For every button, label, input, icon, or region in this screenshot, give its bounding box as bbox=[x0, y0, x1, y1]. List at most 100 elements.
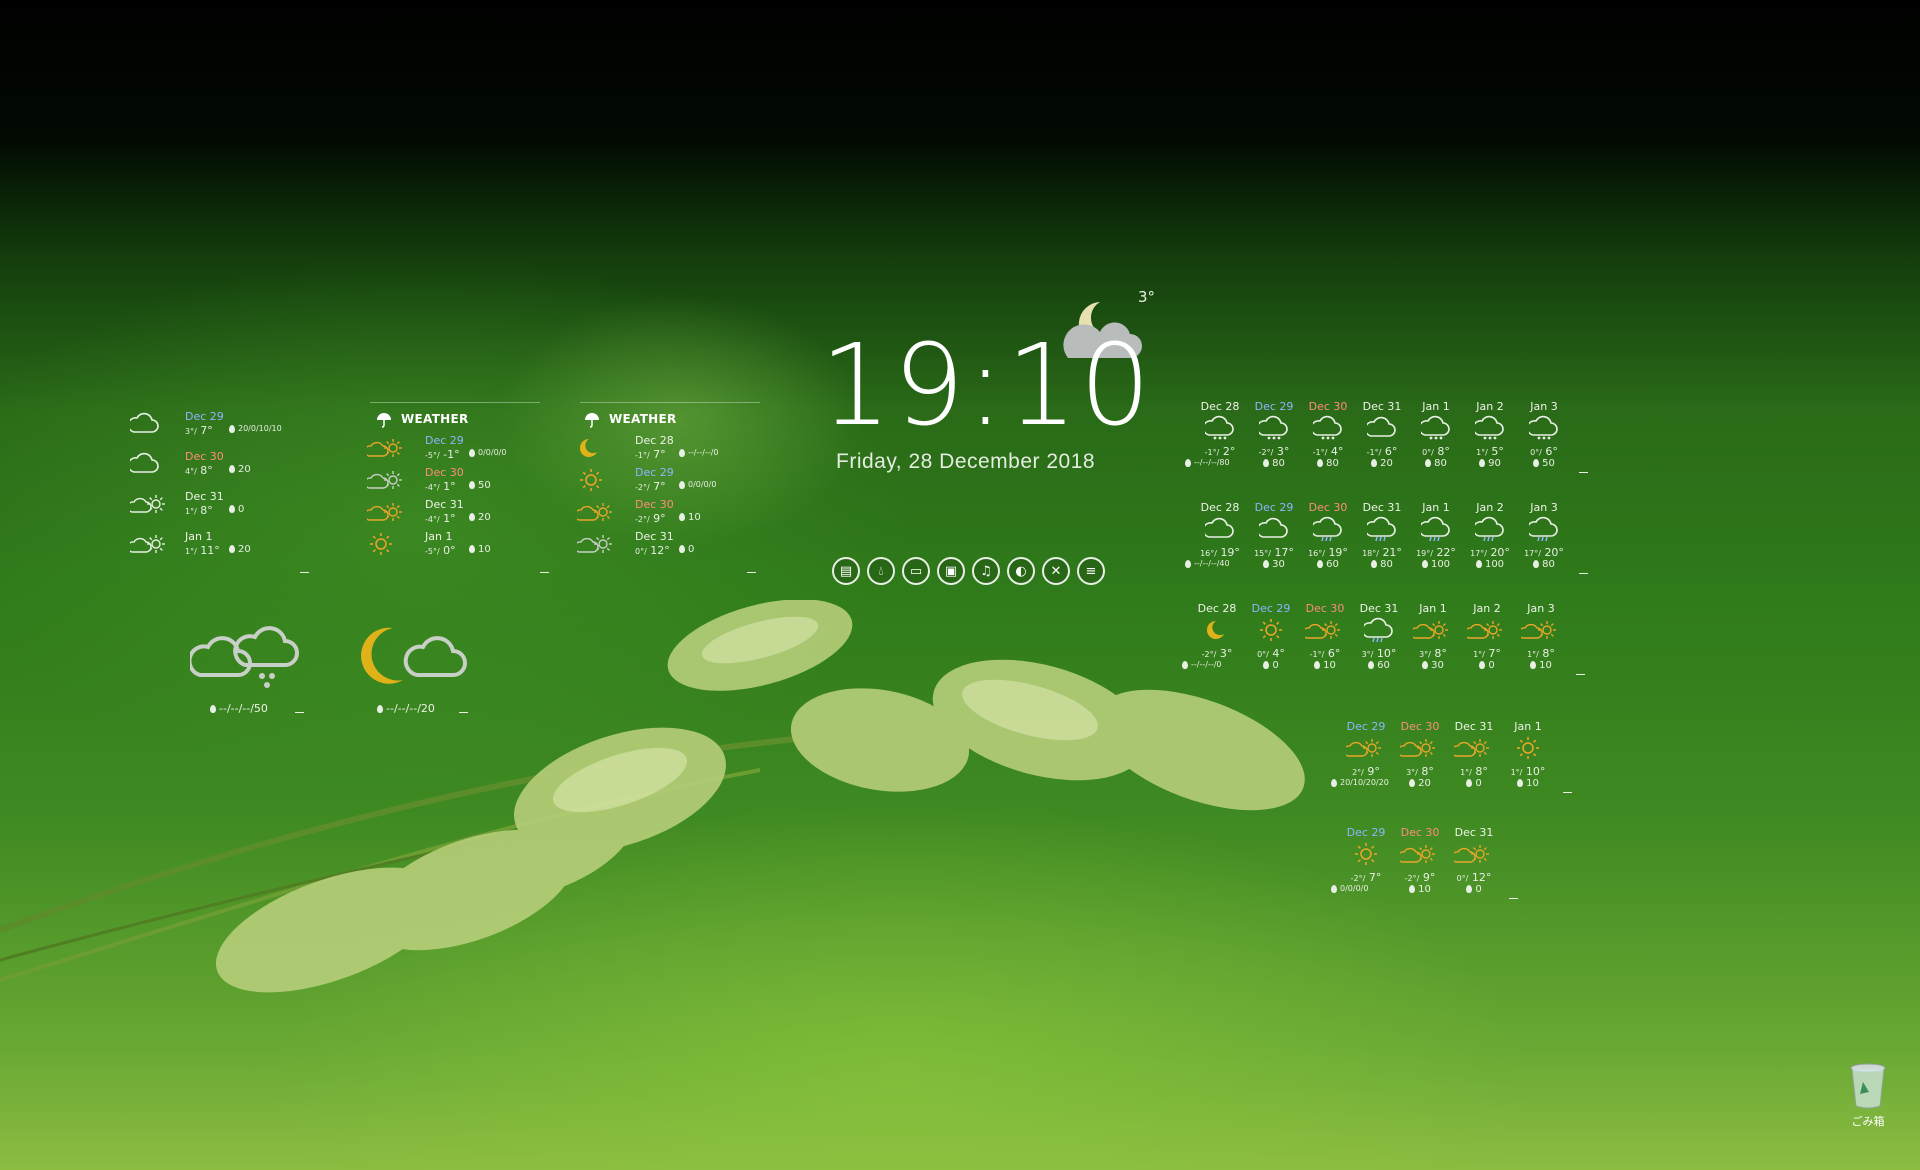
row-precip: 0 bbox=[688, 544, 695, 555]
tools-icon[interactable]: ✕ bbox=[1042, 557, 1070, 585]
day-precip: 10 bbox=[1526, 778, 1539, 789]
day-date: Jan 3 bbox=[1527, 602, 1555, 615]
day-high: 19° bbox=[1220, 546, 1240, 559]
water-drop-icon[interactable]: 💧︎ bbox=[867, 557, 895, 585]
forecast-day: Dec 30 3°/ 8° 20 bbox=[1393, 720, 1447, 789]
sun-icon bbox=[1244, 615, 1298, 645]
forecast-day: Jan 2 1°/ 5° 90 bbox=[1463, 400, 1517, 469]
day-high: 8° bbox=[1421, 765, 1434, 778]
day-date: Dec 29 bbox=[1346, 720, 1386, 733]
day-date: Dec 29 bbox=[1254, 501, 1294, 514]
day-high: 2° bbox=[1222, 445, 1236, 458]
forecast-day: Jan 3 17°/ 20° 80 bbox=[1517, 501, 1571, 570]
cloud-sun-icon bbox=[127, 532, 170, 560]
music-icon[interactable]: ♫ bbox=[972, 557, 1000, 585]
day-high: 5° bbox=[1491, 445, 1504, 458]
row-precip: --/--/--/0 bbox=[688, 448, 719, 457]
forecast-day: Dec 29 15°/ 17° 30 bbox=[1247, 501, 1301, 570]
cloud-sun-icon bbox=[1406, 615, 1460, 645]
moon-icon bbox=[577, 436, 603, 464]
row-low: -2°/ bbox=[635, 515, 650, 524]
browser-icon[interactable]: ◐ bbox=[1007, 557, 1035, 585]
day-low: -2°/ bbox=[1258, 448, 1274, 457]
row-low: -5°/ bbox=[425, 547, 440, 556]
cloud-sun-icon bbox=[1339, 733, 1393, 763]
forecast-row: Dec 30 4°/ 8° 20 bbox=[127, 450, 300, 480]
day-precip: 0 bbox=[1475, 778, 1482, 789]
panel-c-header: WEATHER bbox=[609, 412, 677, 426]
umbrella-icon bbox=[377, 413, 391, 428]
minimize-dash[interactable] bbox=[300, 572, 309, 573]
day-precip: 80 bbox=[1434, 458, 1447, 469]
cloud-sun-icon bbox=[364, 500, 407, 528]
day-low: -2°/ bbox=[1404, 874, 1420, 883]
current-temperature: 3° bbox=[1138, 288, 1156, 306]
drive-icon[interactable]: ▤ bbox=[832, 557, 860, 585]
big-weather-widget-2: --/--/--/20 bbox=[355, 620, 475, 720]
forecast-row: Dec 29 3°/ 7° 20/0/10/10 bbox=[127, 410, 300, 440]
forecast-day: Dec 30 -1°/ 6° 10 bbox=[1298, 602, 1352, 671]
minimize-dash[interactable] bbox=[747, 572, 756, 573]
day-high: 8° bbox=[1542, 647, 1555, 660]
day-date: Dec 30 bbox=[1400, 826, 1440, 839]
day-precip: 30 bbox=[1272, 559, 1285, 570]
forecast-day: Jan 3 0°/ 6° 50 bbox=[1517, 400, 1571, 469]
day-high: 9° bbox=[1367, 765, 1380, 778]
minimize-dash[interactable] bbox=[540, 572, 549, 573]
day-precip: 0 bbox=[1488, 660, 1495, 671]
day-low: 1°/ bbox=[1473, 650, 1485, 659]
row-date: Dec 30 bbox=[185, 450, 224, 463]
row-high: 7° bbox=[200, 424, 213, 437]
document-icon[interactable]: ≡ bbox=[1077, 557, 1105, 585]
day-precip: 10 bbox=[1418, 884, 1431, 895]
day-high: 10° bbox=[1525, 765, 1546, 778]
day-high: 20° bbox=[1544, 546, 1564, 559]
day-high: 3° bbox=[1276, 445, 1290, 458]
forecast-day: Jan 1 3°/ 8° 30 bbox=[1406, 602, 1460, 671]
forecast-row: Jan 1 1°/ 11° 20 bbox=[127, 530, 300, 560]
row-precip: 10 bbox=[478, 544, 491, 555]
day-precip: 0 bbox=[1475, 884, 1482, 895]
row-precip: 10 bbox=[688, 512, 701, 523]
minimize-dash[interactable] bbox=[1579, 472, 1588, 473]
day-date: Dec 28 bbox=[1197, 602, 1237, 615]
clock-date: Friday, 28 December 2018 bbox=[836, 450, 1096, 473]
row-high: 12° bbox=[650, 544, 670, 557]
forecast-row: Dec 31 0°/ 12° 0 bbox=[574, 530, 747, 560]
cloud-sun-icon bbox=[127, 492, 170, 520]
forecast-day: Jan 3 1°/ 8° 10 bbox=[1514, 602, 1568, 671]
minimize-dash[interactable] bbox=[1579, 573, 1588, 574]
minimize-dash[interactable] bbox=[1576, 674, 1585, 675]
trash-bin[interactable]: ごみ箱 bbox=[1838, 1062, 1898, 1129]
day-low: 17°/ bbox=[1470, 549, 1487, 558]
day-date: Jan 3 bbox=[1530, 501, 1558, 514]
day-date: Jan 2 bbox=[1473, 602, 1501, 615]
forecast-day: Dec 29 -2°/ 3° 80 bbox=[1247, 400, 1301, 469]
day-low: 3°/ bbox=[1406, 768, 1418, 777]
sun-cloud-icon bbox=[367, 532, 395, 560]
cloud-icon bbox=[127, 412, 160, 440]
day-date: Dec 29 bbox=[1254, 400, 1294, 413]
minimize-dash[interactable] bbox=[1509, 898, 1518, 899]
minimize-dash[interactable] bbox=[1563, 792, 1572, 793]
cloud-icon bbox=[1355, 413, 1409, 443]
cloud-to-cloud-icon bbox=[364, 468, 407, 496]
save-icon[interactable]: ▣ bbox=[937, 557, 965, 585]
folder-icon[interactable]: ▭ bbox=[902, 557, 930, 585]
day-high: 6° bbox=[1545, 445, 1558, 458]
day-high: 17° bbox=[1274, 546, 1294, 559]
day-low: 0°/ bbox=[1456, 874, 1469, 883]
day-high: 12° bbox=[1471, 871, 1492, 884]
umbrella-icon bbox=[585, 413, 599, 428]
row-date: Jan 1 bbox=[185, 530, 213, 543]
forecast-day: Dec 31 1°/ 8° 0 bbox=[1447, 720, 1501, 789]
minimize-dash[interactable] bbox=[459, 712, 468, 713]
day-high: 4° bbox=[1330, 445, 1344, 458]
cloud-sun-icon bbox=[1514, 615, 1568, 645]
day-high: 8° bbox=[1434, 647, 1447, 660]
day-precip: 50 bbox=[1542, 458, 1555, 469]
cloud-sun-icon bbox=[1447, 839, 1501, 869]
row-precip: 20 bbox=[478, 512, 491, 523]
day-precip: --/--/--/40 bbox=[1194, 559, 1230, 568]
minimize-dash[interactable] bbox=[295, 712, 304, 713]
